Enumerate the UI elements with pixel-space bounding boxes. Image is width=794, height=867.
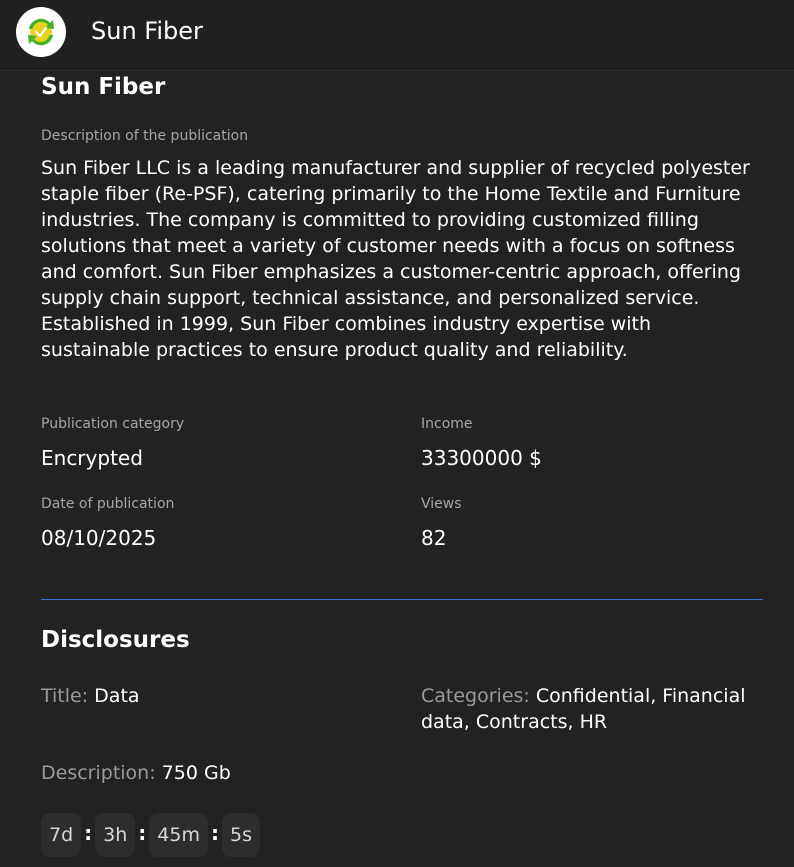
views-label: Views [421,496,462,512]
disclosure-description-value: 750 Gb [161,762,231,784]
countdown-separator: : [138,821,147,845]
section-divider [41,599,763,600]
disclosure-title: Title: Data [41,683,401,709]
income-label: Income [421,416,473,432]
disclosure-title-value: Data [94,685,140,707]
date-field: Date of publication 08/10/2025 [41,495,174,551]
income-value: 33300000 $ [421,446,542,470]
publication-details: Sun Fiber Description of the publication… [41,70,763,857]
countdown-separator: : [84,821,93,845]
logo[interactable] [16,7,66,57]
recycle-arrows-icon [28,18,54,46]
description-text: Sun Fiber LLC is a leading manufacturer … [41,157,750,361]
countdown-minutes: 45m [149,813,208,857]
countdown-hours: 3h [95,813,136,857]
category-label: Publication category [41,416,185,432]
disclosures-title: Disclosures [41,627,190,653]
disclosure-categories: Categories: Confidential, Financial data… [421,683,763,735]
countdown-seconds: 5s [221,813,260,857]
date-label: Date of publication [41,496,175,512]
disclosure-categories-key: Categories: [421,685,530,707]
date-value: 08/10/2025 [41,526,157,550]
app-title: Sun Fiber [91,17,203,45]
disclosure-description-key: Description: [41,762,156,784]
category-value: Encrypted [41,446,143,470]
disclosure-title-key: Title: [41,685,89,707]
income-field: Income 33300000 $ [421,415,542,471]
countdown-timer: 7d : 3h : 45m : 5s [41,813,260,857]
description-label: Description of the publication [41,128,249,144]
disclosure-description: Description: 750 Gb [41,760,401,786]
top-bar: Sun Fiber [0,0,794,71]
category-field: Publication category Encrypted [41,415,184,471]
page-title: Sun Fiber [41,74,166,100]
countdown-days: 7d [41,813,82,857]
views-value: 82 [421,526,447,550]
views-field: Views 82 [421,495,462,551]
countdown-separator: : [210,821,219,845]
